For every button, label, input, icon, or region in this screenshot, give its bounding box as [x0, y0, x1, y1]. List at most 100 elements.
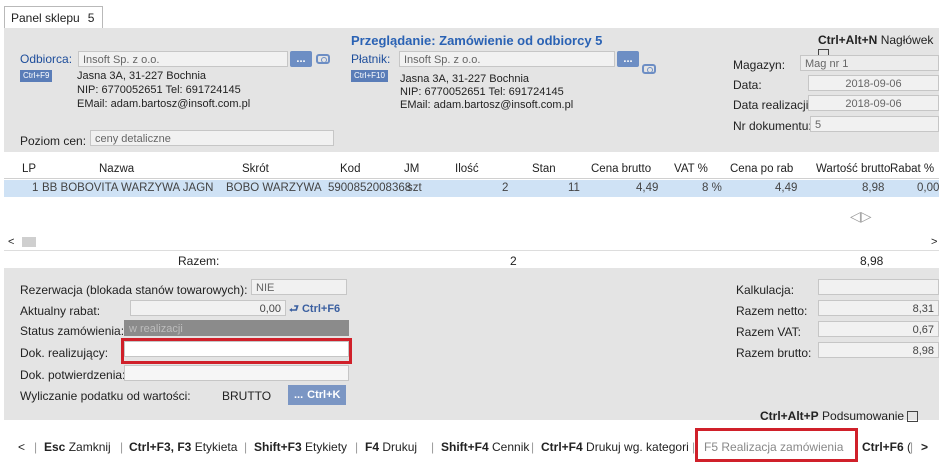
tax-button[interactable]: ... Ctrl+K	[288, 385, 347, 405]
close-hotkey: Esc	[44, 440, 66, 454]
col-rabat[interactable]: Rabat %	[890, 163, 934, 175]
label-button[interactable]: Ctrl+F3, F3 Etykieta	[129, 440, 237, 454]
footer-prev-icon[interactable]: <	[18, 440, 25, 454]
net-field[interactable]: 8,31	[818, 300, 939, 316]
col-kod[interactable]: Kod	[340, 163, 360, 175]
net-label: Razem netto:	[736, 304, 808, 318]
labels-label: Etykiety	[305, 440, 348, 454]
reservation-field[interactable]: NIE	[251, 279, 347, 295]
discount-hotkey: Ctrl+F6	[301, 303, 341, 315]
tax-dots: ...	[294, 389, 304, 401]
print-by-category-button[interactable]: Ctrl+F4 Drukuj wg. kategorii	[541, 440, 689, 454]
buyer-address: Jasna 3A, 31-227 Bochnia	[77, 70, 207, 82]
buyer-select-button[interactable]: ...	[290, 51, 312, 67]
page-title: Przeglądanie: Zamówienie od odbiorcy 5	[351, 33, 603, 48]
tax-label: Wyliczanie podatku od wartości:	[20, 389, 191, 403]
scroll-thumb[interactable]	[22, 237, 36, 247]
payer-label[interactable]: Płatnik:	[351, 52, 390, 66]
col-lp[interactable]: LP	[22, 163, 36, 175]
summary-hotkey: Ctrl+Alt+P	[760, 409, 819, 423]
status-field[interactable]: w realizacji	[124, 320, 349, 336]
cell-stan: 11	[568, 182, 580, 194]
scroll-columns-icon[interactable]: ◁▷	[850, 208, 872, 225]
col-cena-brutto[interactable]: Cena brutto	[591, 163, 651, 175]
col-ilosc[interactable]: Ilość	[455, 163, 479, 175]
warehouse-field[interactable]: Mag nr 1	[800, 55, 939, 71]
payer-card-icon[interactable]	[642, 64, 656, 74]
price-level-label: Poziom cen:	[20, 134, 87, 148]
discount-label: Aktualny rabat:	[20, 304, 101, 318]
payer-select-button[interactable]: ...	[617, 51, 639, 67]
col-nazwa[interactable]: Nazwa	[99, 163, 134, 175]
grid-header: LP Nazwa Skrót Kod JM Ilość Stan Cena br…	[4, 160, 939, 179]
payer-field[interactable]: Insoft Sp. z o.o.	[399, 51, 615, 67]
date-field[interactable]: 2018-09-06	[808, 75, 939, 91]
vat-label: Razem VAT:	[736, 325, 801, 339]
tax-value: BRUTTO	[222, 389, 272, 403]
gross-label: Razem brutto:	[736, 346, 812, 360]
col-vat[interactable]: VAT %	[674, 163, 708, 175]
col-jm[interactable]: JM	[404, 163, 419, 175]
print-by-category-hotkey: Ctrl+F4	[541, 440, 583, 454]
buyer-card-icon[interactable]	[316, 54, 330, 64]
buyer-email: EMail: adam.bartosz@insoft.com.pl	[77, 98, 251, 110]
realization-date-label: Data realizacji:	[733, 98, 812, 112]
tax-hotkey: Ctrl+K	[307, 389, 341, 401]
cell-rabat: 0,00	[917, 182, 939, 194]
gross-field[interactable]: 8,98	[818, 342, 939, 358]
discount-button[interactable]: ⮐ Ctrl+F6	[289, 300, 340, 319]
tab-panel-sklepu[interactable]: Panel sklepu 5	[4, 6, 104, 29]
buyer-label[interactable]: Odbiorca:	[20, 52, 72, 66]
cell-vat: 8 %	[702, 182, 722, 194]
summary-toggle[interactable]: Ctrl+Alt+P Podsumowanie	[760, 409, 919, 423]
warehouse-label: Magazyn:	[733, 58, 786, 72]
status-label: Status zamówienia:	[20, 324, 125, 338]
price-level-field[interactable]: ceny detaliczne	[90, 130, 334, 146]
pricelist-button[interactable]: Shift+F4 Cennik	[441, 440, 529, 454]
col-stan[interactable]: Stan	[532, 163, 556, 175]
footer-next-icon[interactable]: >	[921, 440, 928, 454]
cell-nazwa: BB BOBOVITA WARZYWA JAGN	[42, 182, 214, 194]
cell-kod: 5900852008368	[328, 182, 412, 194]
realizing-doc-label: Dok. realizujący:	[20, 346, 109, 360]
scroll-left-icon[interactable]: <	[8, 236, 14, 248]
date-label: Data:	[733, 78, 762, 92]
sum-label: Razem:	[178, 254, 220, 268]
highlight-realizing-doc	[121, 338, 352, 364]
print-button[interactable]: F4 Drukuj	[365, 440, 417, 454]
tab-label: Panel sklepu	[11, 11, 80, 25]
cell-ilosc: 2	[502, 182, 509, 194]
horizontal-scrollbar[interactable]: < >	[4, 236, 939, 249]
summary-checkbox[interactable]	[907, 411, 919, 423]
close-button[interactable]: Esc Zamknij	[44, 440, 111, 454]
doc-number-label: Nr dokumentu:	[733, 119, 812, 133]
scroll-right-icon[interactable]: >	[931, 236, 937, 248]
cell-lp: 1	[32, 182, 39, 194]
close-label: Zamknij	[68, 440, 111, 454]
print-by-category-label: Drukuj wg. kategorii	[586, 440, 689, 454]
ctrl-f6-hotkey: Ctrl+F6	[862, 440, 904, 454]
col-skrot[interactable]: Skrót	[242, 163, 269, 175]
discount-field[interactable]: 0,00	[130, 300, 286, 316]
print-label: Drukuj	[382, 440, 418, 454]
calc-field[interactable]	[818, 279, 939, 295]
ctrl-f6-button[interactable]: Ctrl+F6 (	[862, 440, 911, 454]
col-wartosc-brutto[interactable]: Wartość brutto	[816, 163, 890, 175]
highlight-realization-button	[695, 428, 858, 462]
confirm-doc-field[interactable]	[124, 365, 349, 381]
buyer-field[interactable]: Insoft Sp. z o.o.	[78, 51, 288, 67]
col-cena-po-rab[interactable]: Cena po rab	[730, 163, 793, 175]
realization-date-field[interactable]: 2018-09-06	[808, 95, 939, 111]
pricelist-label: Cennik	[492, 440, 530, 454]
footer-toolbar: < | Esc Zamknij | Ctrl+F3, F3 Etykieta |…	[4, 428, 939, 463]
payer-nip: NIP: 6770052651 Tel: 691724145	[400, 86, 564, 98]
doc-number-field[interactable]: 5	[810, 116, 939, 132]
buyer-nip: NIP: 6770052651 Tel: 691724145	[77, 84, 241, 96]
labels-button[interactable]: Shift+F3 Etykiety	[254, 440, 347, 454]
cell-wartosc-brutto: 8,98	[862, 182, 885, 194]
header-label: Nagłówek	[880, 33, 934, 47]
cell-cena-po-rab: 4,49	[775, 182, 798, 194]
tab-bar: Panel sklepu 5	[0, 0, 939, 29]
table-row[interactable]: 1 BB BOBOVITA WARZYWA JAGN BOBO WARZYWA …	[4, 180, 939, 197]
vat-field[interactable]: 0,67	[818, 321, 939, 337]
